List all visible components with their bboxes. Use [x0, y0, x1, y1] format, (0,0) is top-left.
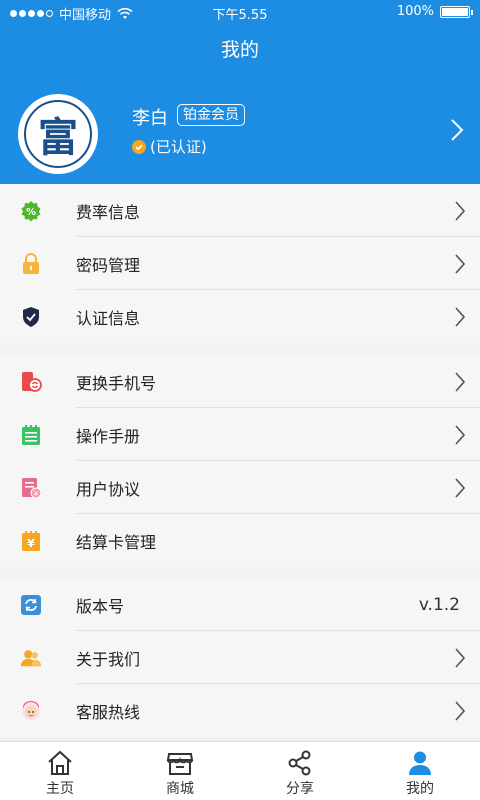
menu-item-manual[interactable]: 操作手册 — [0, 408, 480, 461]
svg-text:¥: ¥ — [34, 490, 39, 498]
menu-item-rate-info[interactable]: % 费率信息 — [0, 184, 480, 237]
svg-text:%: % — [26, 207, 36, 218]
verify-status: (已认证) — [132, 136, 207, 157]
menu-label: 结算卡管理 — [76, 532, 157, 552]
menu-group-about: 版本号 v.1.2 关于我们 客服热线 — [0, 578, 480, 737]
tab-share[interactable]: 分享 — [240, 742, 360, 800]
menu-item-version: 版本号 v.1.2 — [0, 578, 480, 631]
user-name: 李白 — [132, 108, 168, 129]
refresh-icon — [20, 594, 42, 616]
share-icon — [285, 749, 315, 777]
menu-item-user-agreement[interactable]: ¥ 用户协议 — [0, 461, 480, 514]
profile-card[interactable]: 富 李白 铂金会员 (已认证) — [0, 76, 480, 184]
chevron-right-icon[interactable] — [450, 118, 464, 142]
menu-group-settings: 更换手机号 操作手册 ¥ 用户协议 ¥ 结算卡管理 — [0, 355, 480, 567]
menu-label: 认证信息 — [76, 308, 141, 328]
battery-icon — [440, 5, 473, 18]
chevron-right-icon — [455, 254, 466, 274]
chevron-right-icon — [455, 648, 466, 668]
yen-card-icon: ¥ — [20, 530, 42, 552]
notebook-icon — [20, 424, 42, 446]
menu-item-change-phone[interactable]: 更换手机号 — [0, 355, 480, 408]
menu-label: 用户协议 — [76, 479, 141, 499]
menu-item-password[interactable]: 密码管理 — [0, 237, 480, 290]
status-right: 100% — [396, 4, 473, 19]
tab-bar: 主页 商城 分享 我的 — [0, 741, 480, 800]
chevron-right-icon — [455, 478, 466, 498]
tab-label: 分享 — [286, 781, 314, 797]
tab-label: 商城 — [166, 781, 194, 797]
phone-swap-icon — [20, 371, 42, 393]
status-bar: 中国移动 下午5.55 100% — [0, 0, 480, 24]
menu-item-about-us[interactable]: 关于我们 — [0, 631, 480, 684]
menu-label: 关于我们 — [76, 649, 141, 669]
lock-icon — [20, 252, 42, 275]
version-value: v.1.2 — [418, 594, 460, 615]
agreement-icon: ¥ — [20, 477, 42, 499]
menu-label: 操作手册 — [76, 426, 141, 446]
tab-store[interactable]: 商城 — [120, 742, 240, 800]
percent-icon: % — [20, 200, 42, 222]
verify-label: (已认证) — [150, 138, 207, 156]
people-icon — [20, 647, 42, 669]
chevron-right-icon — [455, 701, 466, 721]
svg-text:¥: ¥ — [27, 537, 35, 550]
tab-label: 我的 — [406, 781, 434, 797]
chevron-right-icon — [455, 425, 466, 445]
menu-label: 更换手机号 — [76, 373, 157, 393]
tab-mine[interactable]: 我的 — [360, 742, 480, 800]
user-icon — [405, 749, 435, 777]
store-icon — [165, 749, 195, 777]
service-icon — [20, 700, 42, 722]
menu-item-settlement-card[interactable]: ¥ 结算卡管理 — [0, 514, 480, 567]
shield-icon — [20, 306, 42, 328]
menu-label: 密码管理 — [76, 255, 141, 275]
avatar[interactable]: 富 — [18, 94, 98, 174]
menu-item-verify-info[interactable]: 认证信息 — [0, 290, 480, 343]
menu-label: 费率信息 — [76, 202, 141, 222]
tab-label: 主页 — [46, 781, 74, 797]
home-icon — [45, 749, 75, 777]
tab-home[interactable]: 主页 — [0, 742, 120, 800]
check-icon — [132, 139, 146, 154]
menu-label: 客服热线 — [76, 702, 141, 722]
chevron-right-icon — [455, 372, 466, 392]
member-badge: 铂金会员 — [177, 104, 245, 126]
avatar-logo: 富 — [24, 100, 92, 168]
menu-group-account: % 费率信息 密码管理 认证信息 — [0, 184, 480, 343]
menu-label: 版本号 — [76, 596, 125, 616]
chevron-right-icon — [455, 307, 466, 327]
battery-percent: 100% — [396, 4, 434, 19]
menu-item-hotline[interactable]: 客服热线 — [0, 684, 480, 737]
chevron-right-icon — [455, 201, 466, 221]
page-title: 我的 — [0, 24, 480, 76]
